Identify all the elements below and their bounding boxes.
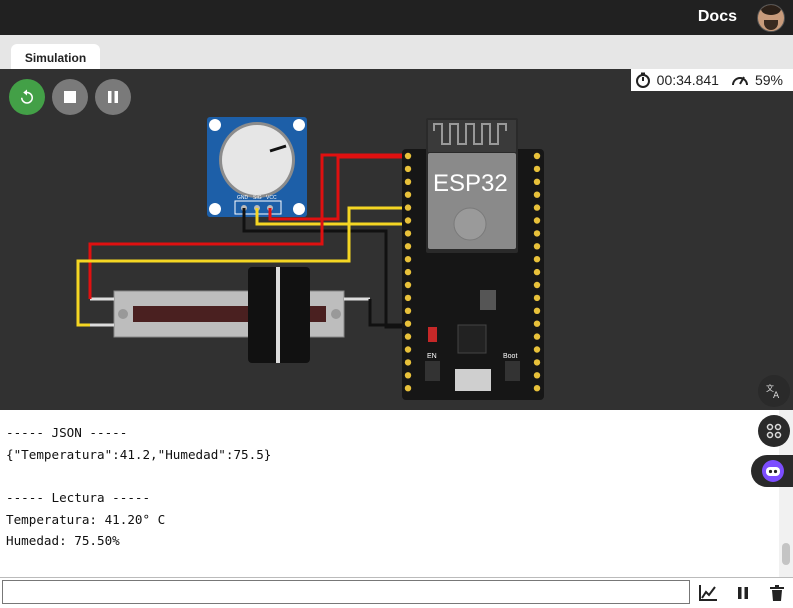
pause-serial-button[interactable] bbox=[728, 580, 758, 606]
sensor-pin-vcc: VCC bbox=[266, 195, 277, 201]
slide-potentiometer[interactable] bbox=[90, 267, 370, 363]
header-pin bbox=[404, 294, 412, 302]
header-pin bbox=[533, 191, 541, 198]
header-pin bbox=[404, 178, 412, 185]
sensor-pin-sig: SIG bbox=[253, 195, 262, 201]
header-pin bbox=[404, 281, 412, 289]
header-pin bbox=[533, 243, 541, 250]
console-line: Humedad: 75.50% bbox=[6, 533, 120, 548]
console-line: ----- Lectura ----- bbox=[6, 490, 151, 505]
header-pin bbox=[404, 333, 412, 340]
header-pin bbox=[533, 346, 541, 353]
header-pin bbox=[533, 372, 541, 379]
header-pin bbox=[404, 359, 412, 366]
header-pin bbox=[533, 230, 541, 237]
header-pin bbox=[533, 165, 541, 173]
assistant-button[interactable] bbox=[751, 455, 793, 487]
header-pin bbox=[533, 281, 541, 289]
translate-button[interactable]: 文A bbox=[758, 375, 790, 407]
pause-icon bbox=[738, 587, 748, 599]
header-pin bbox=[404, 152, 412, 160]
header-pin bbox=[533, 294, 541, 302]
user-avatar[interactable] bbox=[757, 4, 785, 32]
header-pin bbox=[533, 307, 541, 314]
header-pin bbox=[404, 165, 412, 173]
header-pin bbox=[404, 217, 412, 224]
header-pin bbox=[404, 346, 412, 353]
tab-bar: Simulation bbox=[0, 35, 793, 70]
circuit-diagram: GND SIG VCC ESP32 EN Boot bbox=[76, 117, 544, 400]
header-pin bbox=[404, 204, 412, 211]
serial-input-bar bbox=[0, 577, 793, 608]
boot-label: Boot bbox=[503, 353, 517, 360]
esp32-board[interactable]: ESP32 EN Boot bbox=[402, 118, 544, 400]
console-line: Temperatura: 41.20° C bbox=[6, 512, 166, 527]
trash-icon bbox=[770, 585, 784, 601]
en-label: EN bbox=[427, 353, 437, 360]
header-pin bbox=[533, 333, 541, 340]
header-pin bbox=[533, 268, 541, 276]
header-pin bbox=[404, 243, 412, 250]
header-pin bbox=[404, 320, 412, 327]
console-line: ----- JSON ----- bbox=[6, 425, 128, 440]
command-icon bbox=[766, 423, 782, 439]
header-pin bbox=[533, 217, 541, 224]
serial-input-field[interactable] bbox=[2, 580, 690, 604]
header-pin bbox=[533, 256, 541, 263]
top-bar: Docs bbox=[0, 0, 793, 35]
header-pin bbox=[533, 359, 541, 366]
sensor-pin-gnd: GND bbox=[237, 195, 249, 201]
header-pin bbox=[404, 268, 412, 276]
serial-monitor-output[interactable]: ----- JSON ----- {"Temperatura":41.2,"Hu… bbox=[0, 410, 779, 577]
clear-serial-button[interactable] bbox=[762, 580, 792, 606]
header-pin bbox=[533, 152, 541, 160]
tab-simulation[interactable]: Simulation bbox=[11, 44, 100, 70]
header-pin bbox=[404, 385, 412, 392]
header-pin bbox=[404, 256, 412, 263]
esp32-label: ESP32 bbox=[433, 170, 508, 197]
header-pin bbox=[533, 320, 541, 327]
apps-button[interactable] bbox=[758, 415, 790, 447]
header-pin bbox=[404, 230, 412, 237]
avatar-beard bbox=[764, 20, 778, 30]
avatar-hair bbox=[761, 5, 781, 15]
chart-icon bbox=[699, 585, 717, 601]
header-pin bbox=[533, 204, 541, 211]
svg-text:A: A bbox=[773, 391, 780, 400]
simulation-canvas[interactable]: 00:34.841 59% GND SIG VCC ESP32 EN Boot bbox=[0, 69, 793, 410]
scrollbar-thumb[interactable] bbox=[782, 543, 790, 565]
plotter-button[interactable] bbox=[693, 580, 723, 606]
translate-icon: 文A bbox=[766, 383, 780, 400]
header-pin bbox=[533, 178, 541, 185]
assistant-icon bbox=[762, 460, 784, 482]
docs-link[interactable]: Docs bbox=[698, 8, 737, 26]
potentiometer-module[interactable]: GND SIG VCC bbox=[207, 117, 307, 217]
header-pin bbox=[404, 307, 412, 314]
console-line: {"Temperatura":41.2,"Humedad":75.5} bbox=[6, 447, 272, 462]
header-pin bbox=[404, 191, 412, 198]
header-pin bbox=[404, 372, 412, 379]
header-pin bbox=[533, 385, 541, 392]
